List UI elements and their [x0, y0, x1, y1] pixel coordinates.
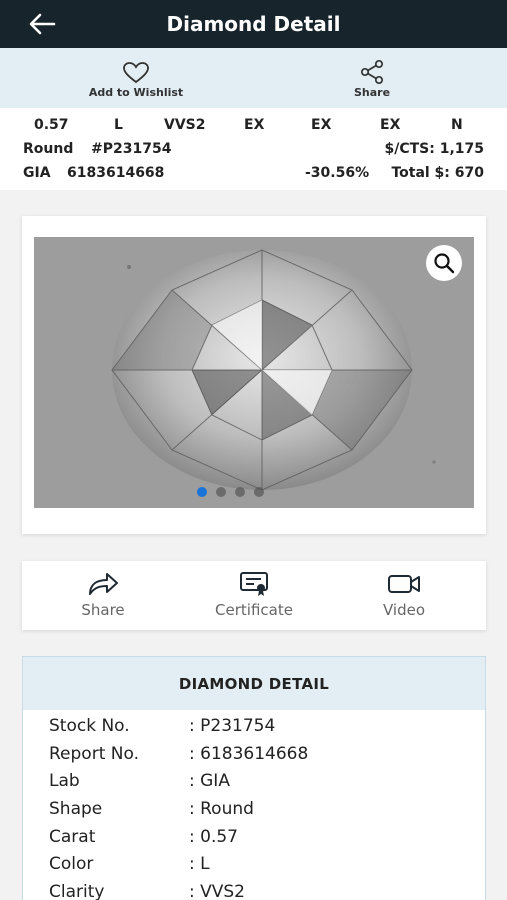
share-label: Share: [353, 86, 391, 99]
detail-key: Carat: [49, 827, 96, 847]
detail-key: Stock No.: [49, 716, 130, 736]
share-media-button[interactable]: Share: [43, 571, 163, 619]
certificate-button[interactable]: Certificate: [194, 571, 314, 619]
summary-fluorescence: N: [451, 117, 463, 133]
detail-key: Clarity: [49, 882, 105, 900]
detail-key: Report No.: [49, 744, 139, 764]
video-button[interactable]: Video: [344, 571, 464, 619]
detail-value: : VVS2: [189, 882, 245, 900]
summary-polish: EX: [311, 117, 332, 133]
add-to-wishlist-button[interactable]: Add to Wishlist: [76, 48, 196, 108]
diamond-image-carousel[interactable]: [34, 237, 474, 508]
summary-carat: 0.57: [34, 117, 69, 133]
carousel-dot[interactable]: [234, 487, 245, 497]
summary-color: L: [114, 117, 123, 133]
diamond-detail-title: DIAMOND DETAIL: [23, 657, 485, 710]
search-icon: [434, 253, 455, 274]
share-nodes-icon: [360, 59, 384, 85]
share-arrow-icon: [89, 573, 118, 595]
page-title: Diamond Detail: [166, 12, 341, 36]
detail-row: Shape : Round: [23, 799, 485, 827]
carousel-indicator: [0, 487, 462, 497]
summary-clarity: VVS2: [164, 117, 206, 133]
detail-value: : 6183614668: [189, 744, 309, 764]
summary-lab: GIA: [23, 165, 51, 181]
detail-value: : 0.57: [189, 827, 238, 847]
diamond-summary: 0.57 L VVS2 EX EX EX N Round #P231754 $/…: [0, 108, 507, 190]
action-bar: Add to Wishlist Share: [0, 48, 507, 108]
diamond-image-card: [22, 216, 486, 534]
detail-key: Shape: [49, 799, 103, 819]
detail-key: Lab: [49, 771, 80, 791]
summary-report: 6183614668: [67, 165, 165, 181]
detail-key: Color: [49, 854, 94, 874]
summary-stock: #P231754: [91, 141, 172, 157]
summary-price-per-carat: $/CTS: 1,175: [384, 141, 484, 157]
certificate-icon: [240, 572, 268, 596]
carousel-dot[interactable]: [215, 487, 226, 497]
certificate-label: Certificate: [215, 601, 293, 619]
detail-row: Report No. : 6183614668: [23, 744, 485, 772]
detail-value: : Round: [189, 799, 254, 819]
share-button[interactable]: Share: [332, 48, 412, 108]
summary-symmetry: EX: [380, 117, 401, 133]
carousel-dot[interactable]: [253, 487, 264, 497]
detail-row: Carat : 0.57: [23, 827, 485, 855]
detail-row: Color : L: [23, 854, 485, 882]
diamond-image: [34, 237, 474, 508]
detail-value: : P231754: [189, 716, 276, 736]
detail-value: : L: [189, 854, 210, 874]
top-app-bar: Diamond Detail: [0, 0, 507, 48]
summary-shape: Round: [23, 141, 74, 157]
video-label: Video: [382, 601, 426, 619]
detail-row: Stock No. : P231754: [23, 716, 485, 744]
carousel-dot[interactable]: [196, 487, 207, 497]
heart-icon: [123, 62, 149, 84]
summary-discount: -30.56%: [305, 165, 370, 181]
detail-row: Lab : GIA: [23, 771, 485, 799]
zoom-button[interactable]: [426, 245, 462, 281]
detail-value: : GIA: [189, 771, 230, 791]
diamond-detail-card: DIAMOND DETAIL Stock No. : P231754 Repor…: [22, 656, 486, 900]
wishlist-label: Add to Wishlist: [88, 86, 184, 99]
detail-row: Clarity : VVS2: [23, 882, 485, 900]
back-button[interactable]: [28, 12, 56, 36]
video-camera-icon: [388, 575, 420, 593]
share-media-label: Share: [81, 601, 125, 619]
summary-total: Total $: 670: [391, 165, 484, 181]
media-actions-card: Share Certificate Video: [22, 561, 486, 630]
summary-cut: EX: [244, 117, 265, 133]
arrow-left-icon: [29, 13, 56, 35]
